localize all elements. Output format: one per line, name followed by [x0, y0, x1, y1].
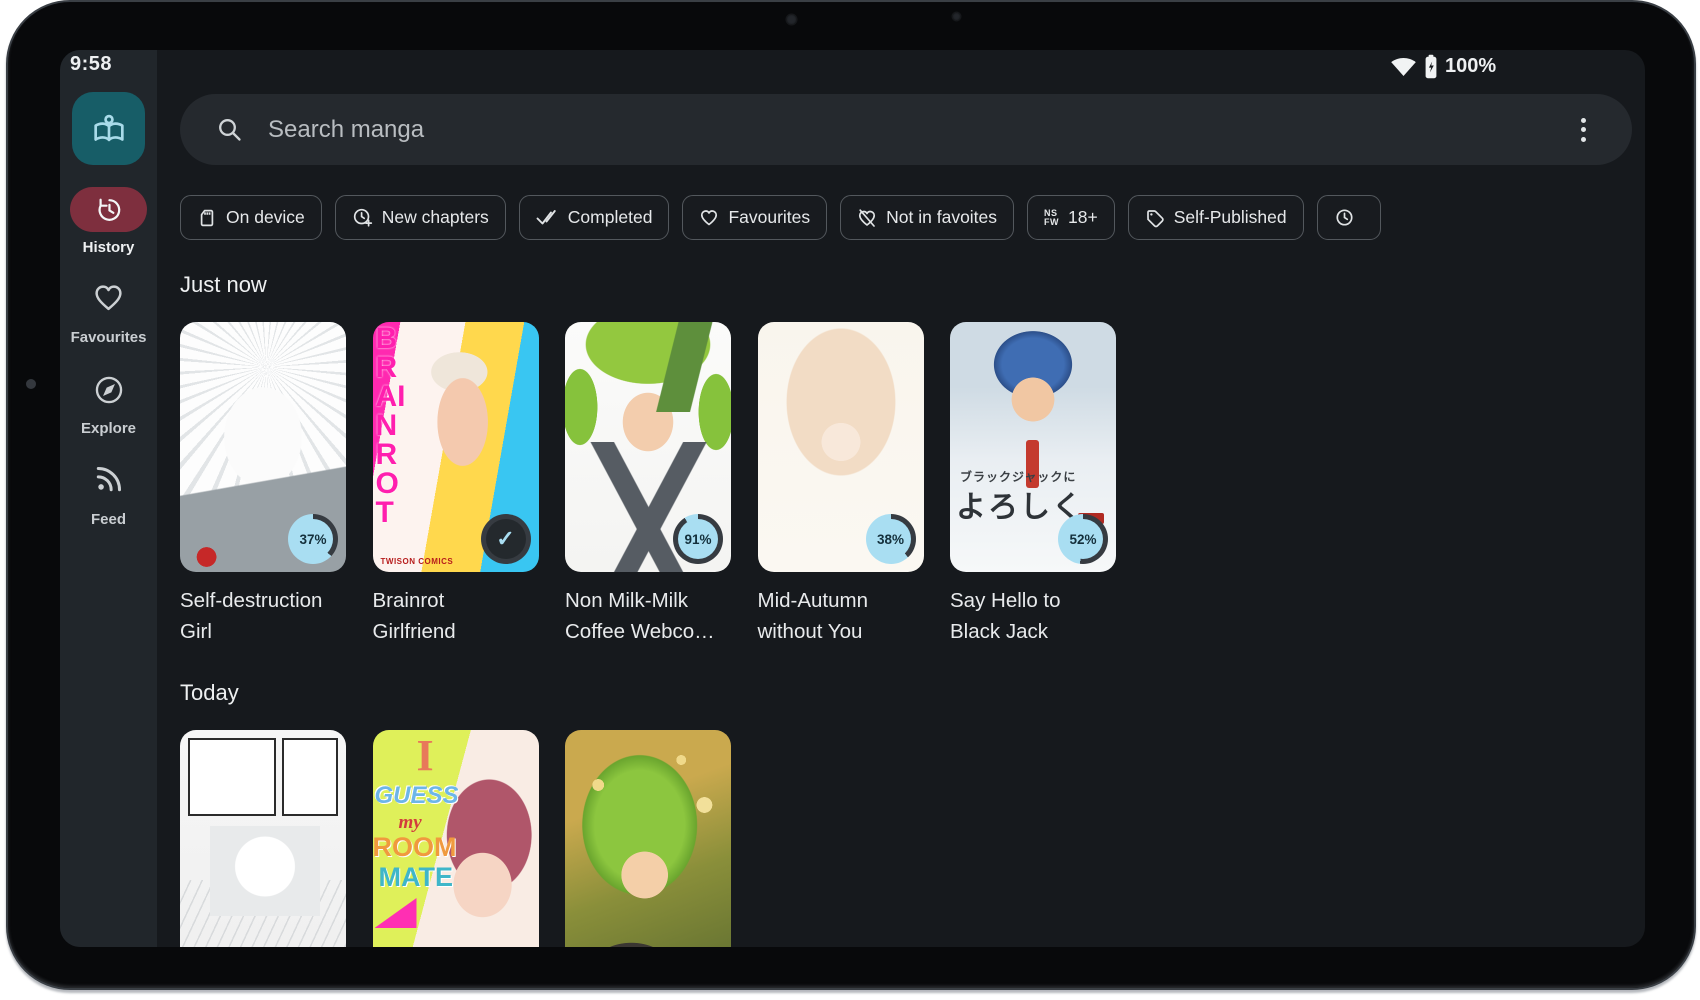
sidebar-item-feed[interactable]: [60, 464, 157, 494]
heart-icon: [699, 208, 719, 227]
overflow-menu-button[interactable]: [1575, 112, 1592, 148]
page: 9:58 100%: [0, 0, 1700, 1000]
filter-chip-not-in-favourites[interactable]: Not in favoites: [840, 195, 1014, 240]
cover-art-detail: [188, 738, 276, 816]
cover-title-word: GUESS: [375, 782, 459, 810]
manga-card-brainrot-girlfriend[interactable]: BRAINROT TWISON COMICS ✓ Brainrot Girlfr…: [373, 322, 539, 647]
cover-art-detail: [210, 826, 320, 916]
history-row-today: I GUESS my ROOM MATE: [180, 730, 1645, 947]
sidebar-item-favourites[interactable]: [60, 283, 157, 312]
filter-chip-label: Self-Published: [1174, 207, 1287, 228]
filter-chip-partial[interactable]: [1317, 195, 1381, 240]
filter-chip-completed[interactable]: Completed: [519, 195, 670, 240]
cover-japanese-text-large: よろしく: [956, 482, 1084, 526]
cover-vertical-title-text: BRAINROT: [376, 324, 412, 527]
filter-chip-label: Completed: [568, 207, 653, 228]
manga-cover[interactable]: 37%: [180, 322, 346, 572]
manga-title: Say Hello to Black Jack: [950, 585, 1116, 647]
tag-icon: [1145, 208, 1165, 228]
tablet-screen: 9:58 100%: [60, 50, 1645, 947]
sidebar-label-favourites: Favourites: [60, 329, 157, 346]
search-input[interactable]: Search manga: [268, 116, 1575, 144]
filter-chip-row: On device New chapters: [180, 195, 1645, 243]
manga-card-say-hello-to-black-jack[interactable]: ブラックジャックに よろしく 52% Say Hello to Black Ja…: [950, 322, 1116, 647]
manga-card-self-destruction-girl[interactable]: 37% Self-destruction Girl: [180, 322, 346, 647]
sidebar-item-explore[interactable]: [60, 374, 157, 406]
cover-art-detail: [282, 738, 338, 816]
app-logo-button[interactable]: [72, 92, 145, 165]
check-icon: ✓: [496, 526, 514, 552]
completed-badge: ✓: [481, 514, 531, 564]
sidebar-item-history[interactable]: [70, 187, 147, 232]
status-bar-time: 9:58: [70, 53, 112, 76]
read-progress-badge: 37%: [288, 514, 338, 564]
clock-icon: [1334, 207, 1355, 228]
manga-cover[interactable]: [180, 730, 346, 947]
sd-card-icon: [197, 208, 217, 228]
manga-card-bw-comic[interactable]: [180, 730, 346, 947]
tablet-frame: 9:58 100%: [6, 0, 1696, 990]
light-sensor: [952, 12, 961, 21]
manga-card-night-market[interactable]: [565, 730, 731, 947]
filter-chip-self-published[interactable]: Self-Published: [1128, 195, 1304, 240]
heart-icon: [93, 283, 124, 312]
manga-title: Brainrot Girlfriend: [373, 585, 539, 647]
search-icon: [216, 116, 243, 143]
section-header-just-now: Just now: [180, 271, 1645, 299]
manga-card-mid-autumn-without-you[interactable]: 38% Mid-Autumn without You: [758, 322, 924, 647]
sidebar-label-feed: Feed: [60, 511, 157, 528]
manga-card-non-milk-milk-coffee[interactable]: 91% Non Milk-Milk Coffee Webco…: [565, 322, 731, 647]
sidebar-label-history: History: [60, 239, 157, 256]
filter-chip-favourites[interactable]: Favourites: [682, 195, 827, 240]
manga-card-guess-my-roommate[interactable]: I GUESS my ROOM MATE: [373, 730, 539, 947]
manga-cover[interactable]: BRAINROT TWISON COMICS ✓: [373, 322, 539, 572]
front-camera: [786, 14, 797, 25]
read-progress-badge: 91%: [673, 514, 723, 564]
read-progress-badge: 52%: [1058, 514, 1108, 564]
filter-chip-label: 18+: [1068, 207, 1098, 228]
manga-cover[interactable]: I GUESS my ROOM MATE: [373, 730, 539, 947]
filter-chip-on-device[interactable]: On device: [180, 195, 322, 240]
filter-chip-label: Not in favoites: [886, 207, 997, 228]
compass-icon: [93, 374, 125, 406]
manga-title: Self-destruction Girl: [180, 585, 346, 647]
cover-title-word: ROOM: [373, 832, 457, 863]
clock-plus-icon: [352, 207, 373, 228]
search-bar[interactable]: Search manga: [180, 94, 1632, 165]
manga-cover[interactable]: [565, 730, 731, 947]
rss-feed-icon: [94, 464, 124, 494]
heart-off-icon: [857, 208, 877, 228]
cover-art-detail: [375, 898, 417, 928]
manga-title: Mid-Autumn without You: [758, 585, 924, 647]
section-header-today: Today: [180, 679, 1645, 707]
side-camera: [26, 379, 36, 389]
cover-title-word: my: [399, 812, 422, 834]
manga-cover[interactable]: 38%: [758, 322, 924, 572]
manga-cover[interactable]: 91%: [565, 322, 731, 572]
double-check-icon: [536, 209, 559, 226]
navigation-rail: [60, 50, 157, 947]
history-row-just-now: 37% Self-destruction Girl BRAINROT TWISO…: [180, 322, 1645, 647]
sidebar-label-explore: Explore: [60, 420, 157, 437]
cover-title-word: MATE: [379, 862, 454, 893]
filter-chip-label: Favourites: [728, 207, 810, 228]
history-icon: [95, 196, 123, 224]
manga-cover[interactable]: ブラックジャックに よろしく 52%: [950, 322, 1116, 572]
filter-chip-label: New chapters: [382, 207, 489, 228]
filter-chip-18plus[interactable]: NS FW 18+: [1027, 195, 1115, 240]
read-progress-badge: 38%: [866, 514, 916, 564]
main-content: Search manga On device: [180, 50, 1645, 947]
filter-chip-new-chapters[interactable]: New chapters: [335, 195, 506, 240]
app-logo-icon: [89, 109, 129, 149]
cover-title-word: I: [417, 730, 434, 781]
cover-publisher-text: TWISON COMICS: [381, 557, 454, 566]
filter-chip-label: On device: [226, 207, 305, 228]
nsfw-icon: NS FW: [1044, 209, 1059, 226]
manga-title: Non Milk-Milk Coffee Webco…: [565, 585, 731, 647]
